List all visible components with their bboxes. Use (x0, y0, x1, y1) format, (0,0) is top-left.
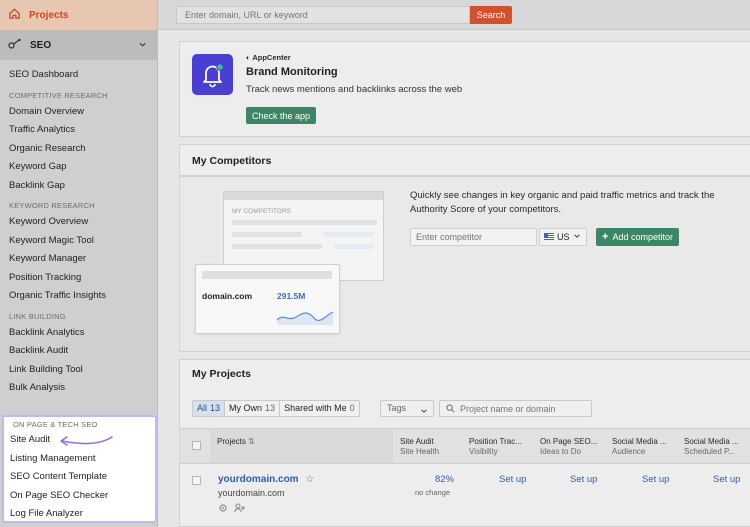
highlighted-section: ON PAGE & TECH SEO Site Audit Listing Ma… (2, 415, 157, 523)
sidebar-item-keyword-manager[interactable]: Keyword Manager (0, 250, 157, 269)
top-bar: Search (158, 0, 750, 30)
competitors-card-header: My Competitors (179, 144, 750, 176)
country-code: US (557, 232, 570, 242)
project-search-input[interactable] (439, 400, 592, 417)
section-heading: KEYWORD RESEARCH (9, 201, 95, 210)
sidebar-item-organic-traffic-insights[interactable]: Organic Traffic Insights (0, 287, 157, 306)
project-domain-link[interactable]: yourdomain.com ☆ (218, 474, 314, 485)
preview-sparkline (276, 307, 334, 328)
row-actions (218, 503, 246, 516)
sidebar-item-seo-content-template[interactable]: SEO Content Template (4, 468, 155, 487)
appcenter-logo-icon: ◐ (246, 53, 251, 62)
arrow-annotation-icon (58, 434, 114, 456)
search-icon (446, 404, 455, 416)
global-search-input[interactable] (176, 6, 470, 24)
filter-my-own[interactable]: My Own 13 (225, 401, 281, 416)
home-icon (8, 7, 21, 23)
appcenter-text: AppCenter (252, 53, 291, 62)
chevron-down-icon (573, 232, 581, 242)
seo-section-toggle[interactable]: SEO (0, 30, 157, 60)
sidebar-item-keyword-magic-tool[interactable]: Keyword Magic Tool (0, 232, 157, 251)
sidebar-item-backlink-gap[interactable]: Backlink Gap (0, 177, 157, 196)
seo-tool-icon (8, 38, 22, 53)
section-heading: ON PAGE & TECH SEO (13, 420, 98, 429)
country-select[interactable]: US (539, 228, 587, 246)
project-subdomain: yourdomain.com (218, 488, 285, 498)
sidebar-item-domain-overview[interactable]: Domain Overview (0, 103, 157, 122)
column-position-tracking[interactable]: Position Trac... Visibility (469, 437, 522, 457)
sidebar-item-label: Site Audit (10, 434, 51, 445)
section-heading: LINK BUILDING (9, 311, 66, 321)
sidebar-item-link-building-tool[interactable]: Link Building Tool (0, 361, 157, 380)
us-flag-icon (544, 232, 554, 242)
add-competitor-label: Add competitor (612, 232, 673, 242)
check-app-button[interactable]: Check the app (246, 107, 317, 124)
sidebar-item-log-file-analyzer[interactable]: Log File Analyzer (4, 505, 155, 524)
filter-shared-with-me[interactable]: Shared with Me 0 (280, 401, 359, 416)
column-projects[interactable]: Projects ⇅ (217, 437, 255, 447)
preview-traffic-value: 291.5M (277, 291, 306, 301)
preview-domain: domain.com (202, 291, 253, 301)
column-site-audit[interactable]: Site Audit Site Health (400, 437, 439, 457)
projects-nav[interactable]: Projects (0, 0, 157, 30)
sidebar-item-site-audit[interactable]: Site Audit (4, 431, 155, 450)
add-competitor-button[interactable]: + Add competitor (596, 228, 679, 246)
add-user-icon[interactable] (234, 503, 246, 516)
brand-monitoring-card: ◐ AppCenter Brand Monitoring Track news … (179, 41, 750, 137)
brand-monitoring-title: Brand Monitoring (246, 66, 338, 78)
projects-title: My Projects (192, 368, 251, 380)
site-health-change: no change (415, 488, 451, 497)
site-health-value[interactable]: 82% (434, 474, 454, 485)
sidebar-item-keyword-overview[interactable]: Keyword Overview (0, 213, 157, 232)
competitors-card-body: MY COMPETITORS domain.com 291.5M Quickly… (179, 176, 750, 352)
bell-app-icon (192, 54, 233, 95)
projects-card: My Projects All 13 My Own 13 Shared with M… (179, 359, 750, 527)
competitors-title: My Competitors (192, 155, 272, 167)
on-page-seo-setup-link[interactable]: Set up (570, 474, 597, 485)
seo-label: SEO (30, 39, 52, 51)
competitor-preview-card: domain.com 291.5M (195, 264, 340, 334)
sidebar-item-position-tracking[interactable]: Position Tracking (0, 269, 157, 288)
column-social-media-audience[interactable]: Social Media ... Audience (612, 437, 667, 457)
sidebar-item-on-page-seo-checker[interactable]: On Page SEO Checker (4, 487, 155, 506)
projects-table-header: Projects ⇅ Site Audit Site Health Positio… (180, 428, 750, 464)
select-all-checkbox[interactable] (192, 441, 201, 450)
tags-dropdown[interactable]: Tags (380, 400, 434, 417)
filter-all[interactable]: All 13 (193, 401, 226, 416)
position-tracking-setup-link[interactable]: Set up (499, 474, 526, 485)
column-social-media-scheduled[interactable]: Social Media ... Scheduled P... (684, 437, 739, 457)
sidebar-item-backlink-analytics[interactable]: Backlink Analytics (0, 324, 157, 343)
sidebar-item-traffic-analytics[interactable]: Traffic Analytics (0, 121, 157, 140)
sidebar-item-organic-research[interactable]: Organic Research (0, 140, 157, 159)
sidebar-item-keyword-gap[interactable]: Keyword Gap (0, 158, 157, 177)
tags-label: Tags (387, 403, 407, 413)
social-audience-setup-link[interactable]: Set up (642, 474, 669, 485)
section-heading: COMPETITIVE RESEARCH (9, 90, 108, 100)
sort-icon: ⇅ (248, 437, 255, 446)
search-button[interactable]: Search (470, 6, 512, 24)
chevron-down-icon (420, 405, 428, 420)
sidebar-item-backlink-audit[interactable]: Backlink Audit (0, 342, 157, 361)
sidebar-item-bulk-analysis[interactable]: Bulk Analysis (0, 379, 157, 398)
column-on-page-seo[interactable]: On Page SEO... Ideas to Do (540, 437, 597, 457)
sidebar: Projects SEO SEO Dashboard COMPETITIVE R… (0, 0, 158, 527)
main-content: ◐ AppCenter Brand Monitoring Track news … (158, 30, 750, 527)
chevron-down-icon (138, 40, 147, 52)
brand-monitoring-description: Track news mentions and backlinks across… (246, 84, 463, 95)
plus-icon: + (602, 231, 609, 243)
gear-icon[interactable] (218, 503, 228, 516)
sidebar-item-seo-dashboard[interactable]: SEO Dashboard (0, 66, 157, 85)
social-scheduled-setup-link[interactable]: Set up (713, 474, 740, 485)
appcenter-label: ◐ AppCenter (246, 53, 291, 62)
competitors-description: Quickly see changes in key organic and p… (410, 190, 715, 215)
competitor-input[interactable] (410, 228, 537, 246)
projects-label: Projects (29, 9, 69, 21)
row-checkbox[interactable] (192, 476, 201, 485)
project-filter-tabs: All 13 My Own 13 Shared with Me 0 (192, 400, 360, 417)
illustration-label: MY COMPETITORS (232, 208, 291, 215)
star-icon[interactable]: ☆ (305, 474, 314, 485)
